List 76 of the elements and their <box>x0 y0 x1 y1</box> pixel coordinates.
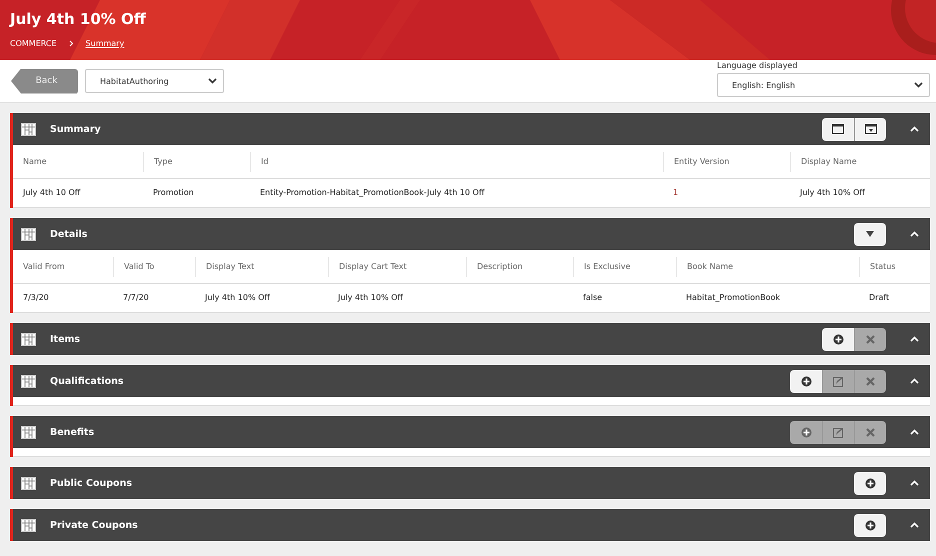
action-button[interactable] <box>854 222 886 246</box>
caret-down-icon <box>866 231 874 237</box>
column-header: Status <box>859 256 930 276</box>
add-icon <box>800 376 812 386</box>
chevron-up-icon <box>910 231 918 237</box>
column-header: Display Cart Text <box>328 256 466 276</box>
table-cell-text: Draft <box>868 292 890 304</box>
close-icon <box>866 334 875 344</box>
table-cell-text: July 4th 10% Off <box>204 292 271 304</box>
close-icon <box>866 428 875 436</box>
add-icon <box>800 426 812 438</box>
chevron-up-icon <box>910 480 918 486</box>
column-header: Id <box>250 152 663 172</box>
table-cell-text: false <box>582 292 604 304</box>
database-select[interactable]: HabitatAuthoring <box>85 69 224 93</box>
action-button[interactable] <box>854 514 886 536</box>
page-title: July 4th 10% Off <box>10 9 147 30</box>
section-title: Benefits <box>50 426 96 438</box>
language-select[interactable]: English: English <box>717 73 930 97</box>
action-button[interactable] <box>854 118 886 140</box>
chevron-up-icon <box>910 126 918 132</box>
action-button[interactable] <box>790 370 822 392</box>
table-cell-text: Entity-Promotion-Habitat_PromotionBook-July 4th 10 Off <box>259 187 486 199</box>
column-header: Is Exclusive <box>573 256 676 276</box>
action-button[interactable] <box>854 472 886 494</box>
table-icon <box>21 426 36 438</box>
back-button[interactable]: Back <box>11 68 78 94</box>
table-cell-text: 7/7/20 <box>122 292 150 304</box>
chevron-right-icon <box>68 40 74 47</box>
action-button[interactable] <box>822 328 854 350</box>
chevron-down-icon <box>208 78 217 84</box>
chevron-up-icon <box>910 429 918 435</box>
table-icon <box>21 476 36 490</box>
add-icon <box>864 478 876 488</box>
table-cell-text: 7/3/20 <box>22 292 50 304</box>
dock-icon <box>864 124 876 134</box>
column-header: Display Text <box>195 256 328 276</box>
column-header: Type <box>143 152 250 172</box>
table-icon <box>21 518 36 532</box>
section-title: Items <box>50 334 82 344</box>
column-header: Valid To <box>113 256 195 276</box>
section-title: Details <box>50 228 88 240</box>
table-icon <box>21 374 36 388</box>
section-title: Private Coupons <box>50 520 139 530</box>
column-header: Book Name <box>676 256 859 276</box>
edit-icon <box>833 376 844 386</box>
window-icon <box>832 124 844 134</box>
table-cell-text: Habitat_PromotionBook <box>685 292 782 304</box>
table-cell-text: July 4th 10% Off <box>798 187 866 199</box>
breadcrumb-item[interactable]: COMMERCE <box>10 39 57 48</box>
column-header: Description <box>466 256 573 276</box>
table-icon <box>21 228 36 240</box>
section-title: Summary <box>50 124 102 134</box>
column-header: Valid From <box>22 260 66 272</box>
chevron-up-icon <box>910 378 918 384</box>
close-icon <box>866 376 875 386</box>
chevron-down-icon <box>914 82 923 88</box>
table-cell-text: July 4th 10 Off <box>22 187 82 199</box>
chevron-up-icon <box>910 522 918 528</box>
action-button[interactable] <box>822 118 854 140</box>
table-cell-text: 1 <box>672 187 680 199</box>
add-icon <box>832 334 844 344</box>
column-header: Display Name <box>790 152 930 172</box>
section-title: Qualifications <box>50 376 125 386</box>
edit-icon <box>833 426 844 438</box>
column-header: Entity Version <box>663 152 790 172</box>
breadcrumb-link[interactable]: Summary <box>86 39 124 48</box>
chevron-up-icon <box>910 336 918 342</box>
column-header: Name <box>22 156 48 168</box>
section-title: Public Coupons <box>50 478 133 488</box>
table-cell-text: July 4th 10% Off <box>336 292 404 304</box>
table-icon <box>21 122 36 136</box>
add-icon <box>864 520 876 530</box>
language-label: Language displayed <box>717 61 798 70</box>
table-icon <box>21 332 36 346</box>
table-cell-text: Promotion <box>152 187 195 199</box>
